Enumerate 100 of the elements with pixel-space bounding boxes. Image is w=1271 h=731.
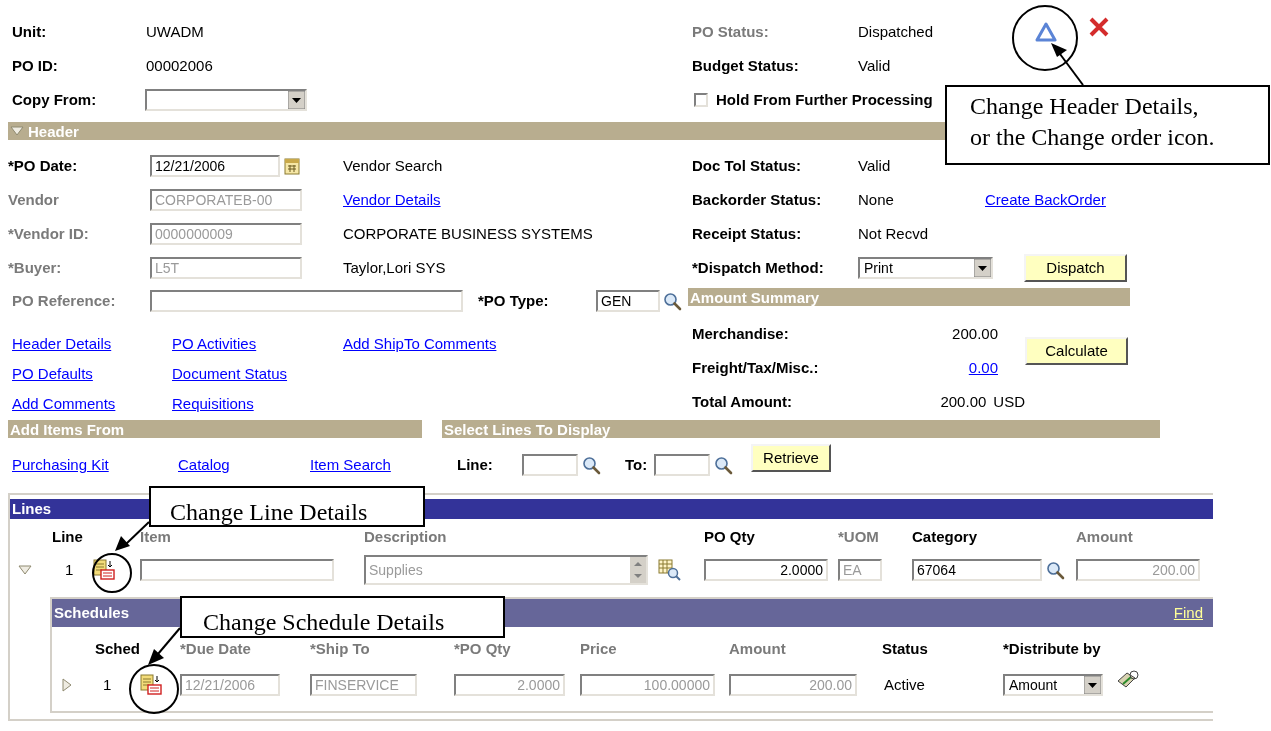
field-label: PO Status: [692,21,770,42]
field-label: *Due Date [180,640,251,657]
grid-search-icon[interactable] [658,559,682,581]
field-label: Description [364,528,447,545]
field-label: Copy From: [11,89,98,110]
callout-label: Change Line Details [149,486,425,527]
link[interactable]: Header Details [12,335,112,352]
link[interactable]: Item Search [310,456,391,473]
link[interactable]: Add Comments [12,395,116,412]
dropdown[interactable] [145,89,307,111]
field-value: 1 [102,674,113,695]
field-label: PO Qty [704,528,755,545]
field-label: *PO Date: [7,155,79,176]
find-link[interactable]: Find [1173,601,1203,625]
field-label: Total Amount: [692,391,793,412]
search-icon[interactable] [714,455,733,475]
link[interactable]: PO Activities [172,335,257,352]
input-field[interactable] [140,559,334,581]
field-label: *Vendor ID: [7,223,90,244]
pointer-arrow [148,627,181,665]
field-value: 200.00 [952,323,998,344]
action-button[interactable]: Dispatch [1024,254,1127,282]
field-label: *Buyer: [7,257,63,278]
field-label: PO Reference: [11,290,117,311]
dropdown[interactable]: Amount [1003,674,1103,696]
section-title: Select Lines To Display [444,421,611,437]
field-label: *Distribute by [1003,640,1101,657]
collapse-arrow-icon[interactable] [18,565,32,575]
field-value: UWADM [146,21,204,42]
field-label: *PO Qty [454,640,511,657]
field-value: Vendor Search [343,155,443,176]
field-label: *Ship To [310,640,370,657]
scroll-arrows-icon[interactable] [630,557,646,583]
field-label: Price [580,640,617,657]
field-label: Merchandise: [692,323,790,344]
field-value: 1 [64,559,75,580]
checkbox[interactable] [694,93,708,107]
link[interactable]: Purchasing Kit [12,456,109,473]
input-field[interactable]: 67064 [912,559,1042,581]
collapse-arrow-icon[interactable] [10,126,24,136]
search-icon[interactable] [582,455,601,475]
link[interactable]: Document Status [172,365,288,382]
input-field[interactable] [654,454,710,476]
dropdown[interactable]: Print [858,257,993,279]
field-value: Dispatched [858,21,935,42]
field-value: 200.00 [940,391,987,412]
section-title: Add Items From [10,421,125,437]
field-value: Valid [858,55,891,76]
field-label: *Dispatch Method: [692,257,825,278]
field-value: 00002006 [146,55,213,76]
field-value: Valid [858,155,891,176]
field-label: Sched [95,640,140,657]
link[interactable]: Catalog [178,456,230,473]
field-label: Freight/Tax/Misc.: [692,357,820,378]
field-label: PO ID: [11,55,59,76]
field-label: Receipt Status: [692,223,803,244]
field-label: *UOM [838,528,879,545]
link[interactable]: 0.00 [968,356,998,380]
caret-icon [288,91,305,109]
field-label: To: [625,454,649,475]
highlight-circle [92,553,132,593]
search-icon[interactable] [663,291,682,311]
field-value: Active [883,676,925,693]
link[interactable]: Requisitions [172,395,254,412]
link[interactable]: Create BackOrder [985,188,1106,212]
link[interactable]: PO Defaults [12,365,93,382]
callout-label: Change Header Details, or the Change order icon. [945,85,1270,165]
field-label: Unit: [11,21,48,42]
field-value: None [858,189,895,210]
field-label: Budget Status: [692,55,800,76]
input-field[interactable]: 12/21/2006 [150,155,280,177]
search-icon[interactable] [1046,560,1065,580]
expand-arrow-icon[interactable] [62,678,72,692]
document-list-icon[interactable] [92,559,116,581]
caret-icon [974,259,991,277]
link[interactable]: Add ShipTo Comments [343,335,497,352]
close-icon[interactable] [1088,16,1110,38]
section-title: Amount Summary [690,289,820,305]
field-label: Vendor [7,189,60,210]
input-field[interactable]: GEN [596,290,660,312]
input-field[interactable] [150,290,463,312]
action-button[interactable]: Retrieve [751,444,831,472]
field-label: Line: [457,454,494,475]
calendar-icon[interactable] [284,157,300,175]
caret-icon [1084,676,1101,694]
field-label: Category [912,528,978,545]
highlight-circle [129,664,179,714]
field-label: Line [52,528,83,545]
grid-title: Schedules [54,602,130,623]
field-label: Amount [729,640,786,657]
field-label: Doc Tol Status: [692,155,802,176]
callout-label: Change Schedule Details [180,596,505,638]
input-field[interactable] [522,454,578,476]
field-label: Item [140,528,171,545]
delta-icon[interactable] [1035,22,1057,42]
action-button[interactable]: Calculate [1025,337,1128,365]
field-value: USD [993,391,1025,412]
input-field[interactable]: 2.0000 [704,559,828,581]
field-label: Backorder Status: [692,189,823,210]
field-value: CORPORATE BUSINESS SYSTEMS [343,223,593,244]
